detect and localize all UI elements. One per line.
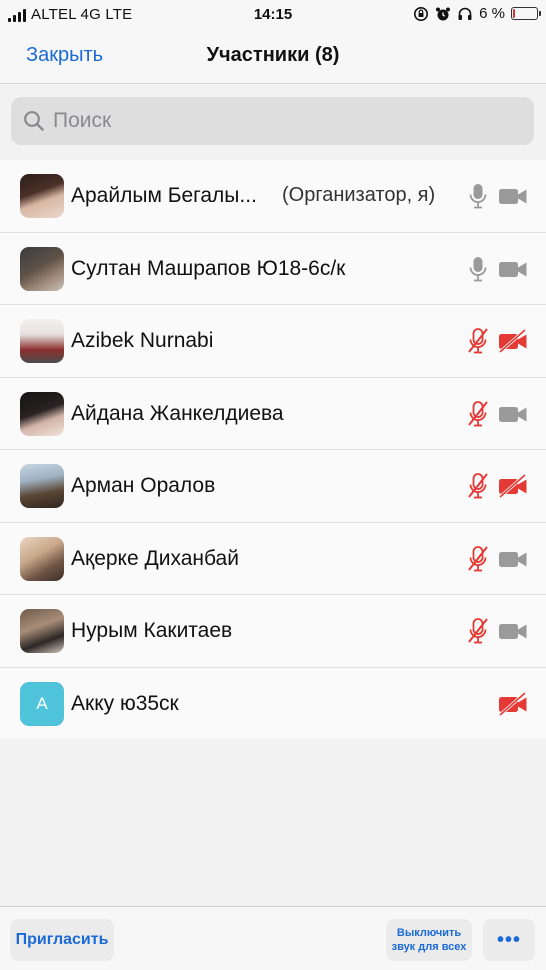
avatar bbox=[20, 464, 64, 508]
headphones-icon bbox=[458, 7, 472, 20]
avatar bbox=[20, 319, 64, 363]
participant-list: Арайлым Бегалы... (Организатор, я) Султан … bbox=[0, 160, 546, 738]
video-muted-icon bbox=[498, 691, 528, 716]
mic-muted-icon bbox=[466, 617, 490, 645]
avatar: A bbox=[20, 681, 64, 726]
battery-percent: 6 % bbox=[479, 5, 505, 22]
participant-row[interactable]: Ақерке Диханбай bbox=[0, 523, 546, 595]
video-icon bbox=[498, 402, 528, 426]
avatar bbox=[20, 609, 64, 653]
rotation-lock-icon bbox=[414, 6, 429, 21]
participant-name: Арман Оралов bbox=[71, 474, 216, 497]
bottom-toolbar: Пригласить Выключить звук для всех ••• bbox=[0, 906, 546, 970]
page-title: Участники (8) bbox=[206, 44, 340, 66]
avatar-initial: A bbox=[36, 693, 48, 713]
status-right: 6 % bbox=[413, 5, 541, 22]
search-input[interactable]: Поиск bbox=[11, 97, 534, 145]
avatar bbox=[20, 174, 64, 218]
participant-row[interactable]: Султан Машрапов Ю18-6с/к bbox=[0, 233, 546, 305]
participant-name: Azibek Nurnabi bbox=[71, 329, 214, 352]
participant-role: (Организатор, я) bbox=[282, 184, 436, 206]
video-icon bbox=[498, 547, 528, 571]
participant-name: Ақерке Диханбай bbox=[71, 546, 239, 570]
invite-button[interactable]: Пригласить bbox=[10, 919, 114, 961]
mute-all-button[interactable]: Выключить звук для всех bbox=[386, 919, 472, 961]
participant-name: Айдана Жанкелдиева bbox=[71, 401, 284, 425]
participant-row[interactable]: Нурым Какитаев bbox=[0, 595, 546, 668]
participants-screen: ALTEL 4G LTE 14:15 6 % Закрыть Участники… bbox=[0, 0, 546, 970]
participant-name: Акку ю35ск bbox=[71, 691, 179, 715]
participant-name: Султан Машрапов Ю18-6с/к bbox=[71, 256, 346, 280]
video-icon bbox=[498, 257, 528, 281]
avatar bbox=[20, 246, 64, 291]
participant-row[interactable]: A Акку ю35ск bbox=[0, 668, 546, 741]
mic-muted-icon bbox=[466, 327, 490, 355]
participant-row[interactable]: Арман Оралов bbox=[0, 450, 546, 523]
video-icon bbox=[498, 184, 528, 208]
mute-all-label-line1: Выключить bbox=[396, 927, 462, 939]
video-muted-icon bbox=[498, 328, 528, 354]
mic-muted-icon bbox=[466, 545, 490, 573]
avatar bbox=[20, 391, 64, 436]
status-bar: ALTEL 4G LTE 14:15 6 % bbox=[0, 0, 546, 30]
alarm-icon bbox=[436, 7, 451, 20]
participant-name: Нурым Какитаев bbox=[71, 619, 233, 642]
video-muted-icon bbox=[498, 473, 528, 499]
battery-icon bbox=[511, 7, 541, 20]
mute-all-label-line2: звук для всех bbox=[391, 941, 467, 953]
participant-row[interactable]: Azibek Nurnabi bbox=[0, 305, 546, 378]
avatar bbox=[20, 536, 64, 581]
participant-row[interactable]: Айдана Жанкелдиева bbox=[0, 378, 546, 450]
mic-icon bbox=[466, 182, 490, 210]
search-icon bbox=[24, 111, 44, 131]
participant-name: Арайлым Бегалы... bbox=[71, 184, 257, 207]
mic-icon bbox=[466, 255, 490, 283]
nav-bar: Закрыть Участники (8) bbox=[0, 30, 546, 84]
search-area: Поиск bbox=[0, 85, 546, 159]
mic-muted-icon bbox=[466, 400, 490, 428]
video-icon bbox=[498, 619, 528, 643]
more-options-button[interactable]: ••• bbox=[483, 919, 535, 961]
search-placeholder: Поиск bbox=[53, 109, 112, 132]
participant-row[interactable]: Арайлым Бегалы... (Организатор, я) bbox=[0, 160, 546, 233]
mic-muted-icon bbox=[466, 472, 490, 500]
